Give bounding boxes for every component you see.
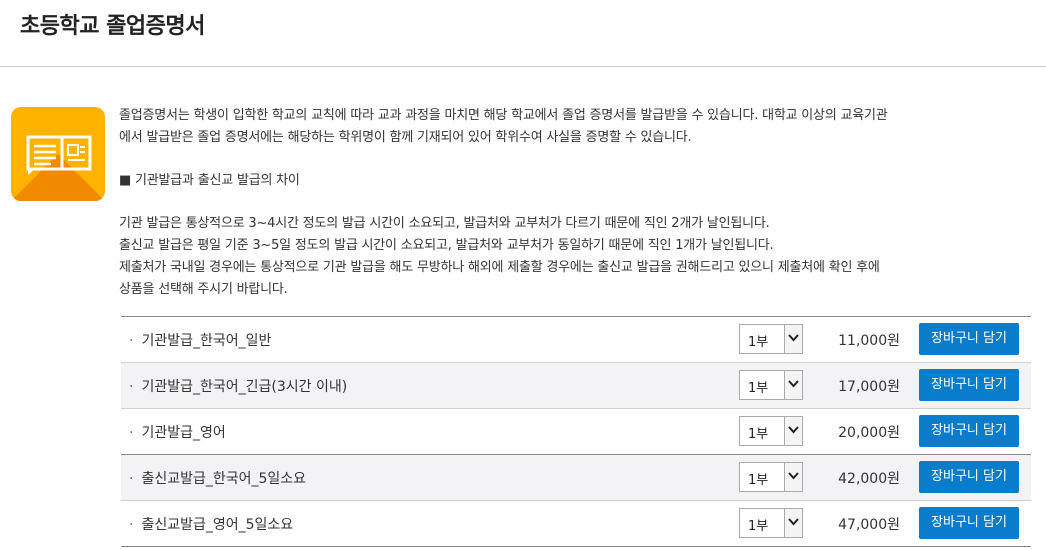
- description-line: 에서 발급받은 졸업 증명서에는 해당하는 학위명이 함께 기재되어 있어 학위…: [119, 130, 692, 145]
- quantity-select[interactable]: 1부: [739, 508, 803, 538]
- quantity-select[interactable]: 1부: [739, 416, 803, 446]
- product-name: · 출신교발급_영어_5일소요: [129, 517, 294, 533]
- product-row: · 기관발급_한국어_일반 1부 11,000원 장바구니 담기: [121, 317, 1031, 362]
- product-name: · 기관발급_한국어_일반: [129, 333, 272, 349]
- product-row: · 기관발급_영어 1부 20,000원 장바구니 담기: [121, 408, 1031, 454]
- description-line: 상품을 선택해 주시기 바랍니다.: [119, 282, 288, 297]
- description-line: 졸업증명서는 학생이 입학한 학교의 교칙에 따라 교과 과정을 마치면 해당 …: [119, 108, 888, 123]
- page-title: 초등학교 졸업증명서: [20, 14, 205, 39]
- description-line: 출신교 발급은 평일 기준 3~5일 정도의 발급 시간이 소요되고, 발급처와…: [119, 238, 774, 253]
- description-line: 제출처가 국내일 경우에는 통상적으로 기관 발급을 해도 무방하나 해외에 제…: [119, 260, 880, 275]
- product-name: · 기관발급_한국어_긴급(3시간 이내): [129, 379, 348, 395]
- document-icon: [11, 107, 105, 201]
- description-line: 기관 발급은 통상적으로 3~4시간 정도의 발급 시간이 소요되고, 발급처와…: [119, 216, 770, 231]
- product-price: 17,000원: [838, 379, 900, 395]
- description: 졸업증명서는 학생이 입학한 학교의 교칙에 따라 교과 과정을 마치면 해당 …: [119, 105, 999, 301]
- add-to-cart-button[interactable]: 장바구니 담기: [919, 323, 1019, 355]
- add-to-cart-button[interactable]: 장바구니 담기: [919, 369, 1019, 401]
- add-to-cart-button[interactable]: 장바구니 담기: [919, 415, 1019, 447]
- chevron-down-icon[interactable]: [784, 509, 802, 537]
- add-to-cart-button[interactable]: 장바구니 담기: [919, 461, 1019, 493]
- chevron-down-icon[interactable]: [784, 371, 802, 399]
- quantity-select[interactable]: 1부: [739, 370, 803, 400]
- quantity-select[interactable]: 1부: [739, 324, 803, 354]
- chevron-down-icon[interactable]: [784, 463, 802, 491]
- add-to-cart-button[interactable]: 장바구니 담기: [919, 507, 1019, 539]
- product-price: 11,000원: [838, 333, 900, 349]
- product-list: · 기관발급_한국어_일반 1부 11,000원 장바구니 담기 · 기관발급_한국…: [121, 316, 1031, 547]
- product-name: · 기관발급_영어: [129, 425, 226, 441]
- chevron-down-icon[interactable]: [784, 417, 802, 445]
- product-price: 42,000원: [838, 471, 900, 487]
- product-row: · 출신교발급_한국어_5일소요 1부 42,000원 장바구니 담기: [121, 454, 1031, 500]
- product-price: 47,000원: [838, 517, 900, 533]
- quantity-select[interactable]: 1부: [739, 462, 803, 492]
- chevron-down-icon[interactable]: [784, 325, 802, 353]
- product-row: · 출신교발급_영어_5일소요 1부 47,000원 장바구니 담기: [121, 500, 1031, 546]
- product-name: · 출신교발급_한국어_5일소요: [129, 471, 307, 487]
- title-bar: 초등학교 졸업증명서: [0, 0, 1046, 67]
- product-row: · 기관발급_한국어_긴급(3시간 이내) 1부 17,000원 장바구니 담기: [121, 362, 1031, 408]
- product-price: 20,000원: [838, 425, 900, 441]
- section-heading: ■ 기관발급과 출신교 발급의 차이: [119, 173, 300, 188]
